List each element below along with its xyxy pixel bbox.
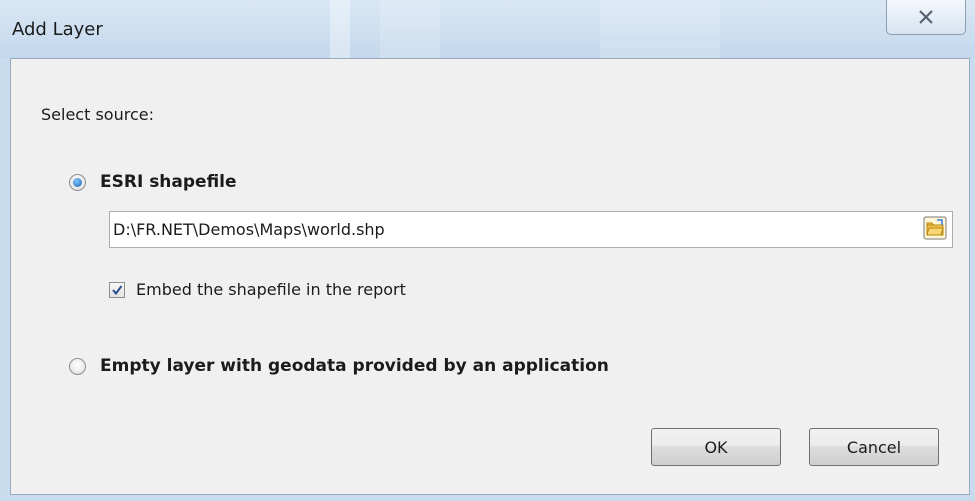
close-button[interactable]	[886, 0, 966, 35]
embed-shapefile-label: Embed the shapefile in the report	[136, 280, 406, 299]
check-icon	[112, 284, 123, 295]
dialog-client-area: Select source: ESRI shapefile D:\FR.NET\…	[10, 58, 970, 495]
shapefile-path-field[interactable]: D:\FR.NET\Demos\Maps\world.shp	[109, 211, 953, 248]
browse-button[interactable]	[922, 216, 948, 244]
radio-label-esri-shapefile: ESRI shapefile	[100, 172, 237, 192]
select-source-label: Select source:	[41, 105, 154, 124]
radio-button-checked[interactable]	[69, 173, 86, 191]
ok-button[interactable]: OK	[651, 428, 781, 466]
shapefile-path-value[interactable]: D:\FR.NET\Demos\Maps\world.shp	[113, 220, 922, 239]
glass-reflection	[600, 0, 720, 60]
folder-icon	[923, 216, 947, 244]
glass-reflection	[330, 0, 350, 60]
embed-shapefile-checkbox-row[interactable]: Embed the shapefile in the report	[109, 280, 406, 299]
close-icon	[918, 10, 934, 24]
radio-button-unchecked[interactable]	[69, 357, 86, 375]
title-bar: Add Layer	[0, 0, 975, 60]
cancel-button[interactable]: Cancel	[809, 428, 939, 466]
glass-reflection	[380, 0, 440, 60]
radio-esri-shapefile[interactable]: ESRI shapefile	[69, 172, 237, 192]
embed-shapefile-checkbox[interactable]	[109, 281, 125, 298]
window-title: Add Layer	[12, 19, 103, 40]
radio-label-empty-layer: Empty layer with geodata provided by an …	[100, 356, 609, 376]
add-layer-window: Add Layer Select source: ESRI shapefile …	[0, 0, 975, 501]
radio-empty-layer[interactable]: Empty layer with geodata provided by an …	[69, 356, 609, 376]
